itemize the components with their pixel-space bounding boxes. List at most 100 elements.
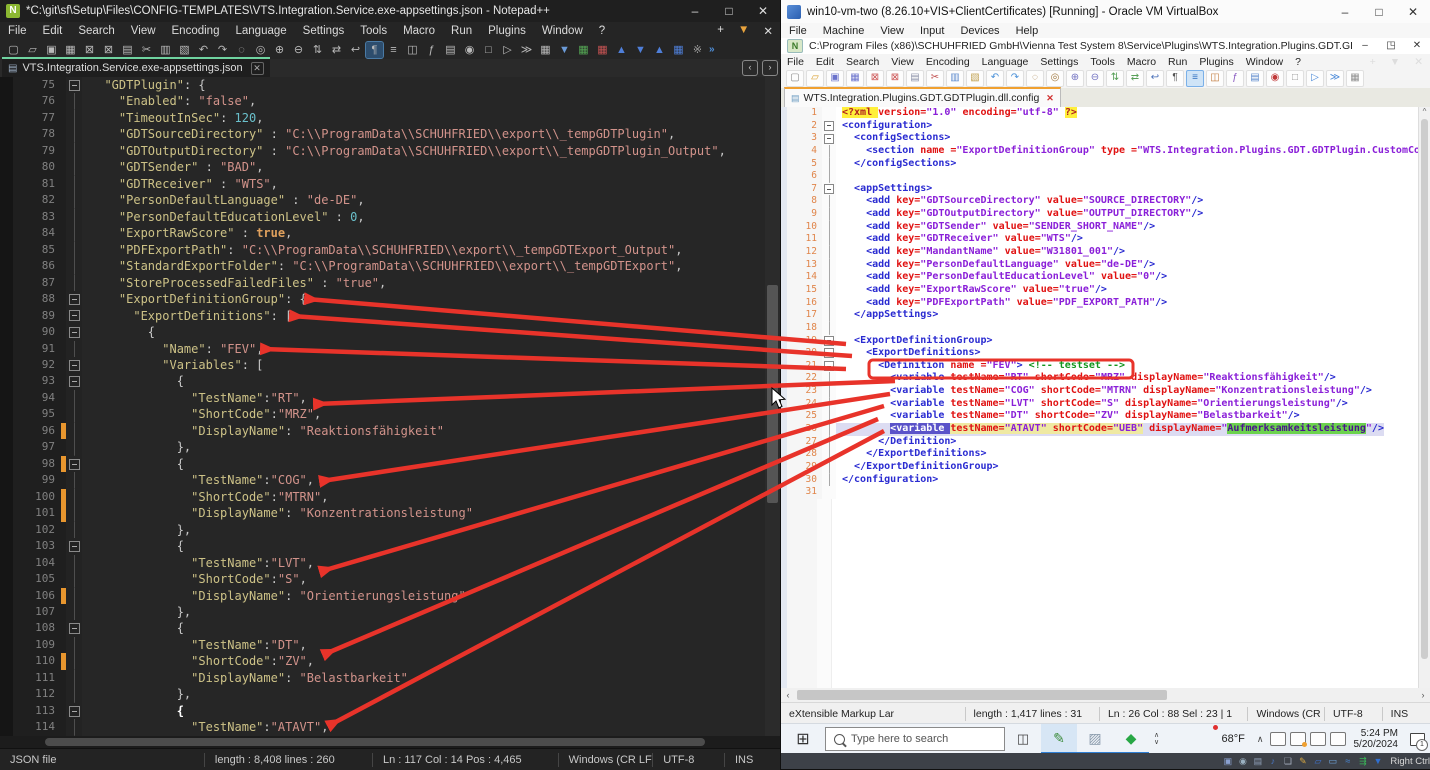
- left-menu-new-tab-button[interactable]: +: [710, 24, 731, 38]
- show-all-characters-icon[interactable]: ¶: [1166, 70, 1184, 87]
- sync-horizontal-icon[interactable]: ⇄: [328, 42, 345, 58]
- guest-menu-window[interactable]: Window: [1240, 53, 1289, 71]
- guest-menu-view[interactable]: View: [885, 53, 920, 71]
- guest-minimize-button[interactable]: –: [1352, 38, 1378, 54]
- vbox-title-bar[interactable]: win10-vm-two (8.26.10+VIS+ClientCertific…: [781, 0, 1430, 24]
- taskbar-notepadpp-icon[interactable]: ✎: [1041, 724, 1077, 754]
- guest-close-button[interactable]: ✕: [1404, 38, 1430, 54]
- vbox-floppy-icon[interactable]: ▤: [1252, 756, 1264, 767]
- close-all-icon[interactable]: ⊠: [100, 42, 117, 58]
- guest-menu-search[interactable]: Search: [840, 53, 885, 71]
- vbox-minimize-button[interactable]: –: [1328, 1, 1362, 23]
- taskbar-scroll-chevrons[interactable]: ∧∨: [1149, 732, 1164, 746]
- vbox-menu-file[interactable]: File: [781, 22, 815, 40]
- tab-close-icon[interactable]: ✕: [251, 62, 264, 75]
- zoom-in-icon[interactable]: ⊕: [271, 42, 288, 58]
- find-icon[interactable]: ◌: [233, 42, 250, 58]
- sync-vertical-icon[interactable]: ⇅: [309, 42, 326, 58]
- cut-icon[interactable]: ✂: [138, 42, 155, 58]
- vbox-menu-machine[interactable]: Machine: [815, 22, 873, 40]
- guest-menu-encoding[interactable]: Encoding: [920, 53, 976, 71]
- vbox-folder-icon[interactable]: ▱: [1312, 756, 1324, 767]
- plugin-compare-icon[interactable]: ▼: [556, 42, 573, 58]
- collapse-icon[interactable]: ▼: [632, 42, 649, 58]
- left-active-tab[interactable]: ▤ VTS.Integration.Service.exe-appsetting…: [2, 57, 270, 77]
- stop-macro-icon[interactable]: □: [1286, 70, 1304, 87]
- start-button[interactable]: ⊞: [781, 729, 825, 749]
- vbox-menu-view[interactable]: View: [872, 22, 912, 40]
- left-menu-edit[interactable]: Edit: [35, 22, 71, 40]
- toolbar-overflow-icon[interactable]: »: [709, 44, 715, 55]
- vbox-close-button[interactable]: ✕: [1396, 1, 1430, 23]
- guest-menu-run[interactable]: Run: [1162, 53, 1193, 71]
- maximize-button[interactable]: □: [712, 0, 746, 22]
- left-vertical-scrollbar[interactable]: [765, 77, 780, 736]
- plugin-hash-icon[interactable]: ※: [689, 42, 706, 58]
- open-file-icon[interactable]: ▱: [24, 42, 41, 58]
- tab-scroll-left-button[interactable]: ‹: [742, 60, 758, 76]
- save-all-icon[interactable]: ▦: [846, 70, 864, 87]
- sort-asc-icon[interactable]: ▲: [613, 42, 630, 58]
- left-menu-encoding[interactable]: Encoding: [164, 22, 228, 40]
- left-menu-plugins[interactable]: Plugins: [480, 22, 534, 40]
- replace-icon[interactable]: ◎: [1046, 70, 1064, 87]
- copy-icon[interactable]: ▥: [946, 70, 964, 87]
- left-menu-run[interactable]: Run: [443, 22, 480, 40]
- save-icon[interactable]: ▣: [826, 70, 844, 87]
- close-all-icon[interactable]: ⊠: [886, 70, 904, 87]
- temperature-label[interactable]: 68°F: [1222, 733, 1245, 745]
- zoom-out-icon[interactable]: ⊖: [290, 42, 307, 58]
- tray-onedrive-icon[interactable]: [1290, 732, 1306, 746]
- tray-volume-icon[interactable]: [1330, 732, 1346, 746]
- record-macro-icon[interactable]: ◉: [461, 42, 478, 58]
- left-menu-view[interactable]: View: [123, 22, 164, 40]
- left-menu-file[interactable]: File: [0, 22, 35, 40]
- vbox-hdd-icon[interactable]: ▣: [1222, 756, 1234, 767]
- new-file-icon[interactable]: ▢: [786, 70, 804, 87]
- play-macro-icon[interactable]: ▷: [499, 42, 516, 58]
- guest-menu-help[interactable]: ?: [1289, 53, 1307, 71]
- guest-menu-settings[interactable]: Settings: [1034, 53, 1084, 71]
- guest-menu-edit[interactable]: Edit: [810, 53, 840, 71]
- indent-guide-icon[interactable]: ≡: [1186, 70, 1204, 87]
- sync-vertical-icon[interactable]: ⇅: [1106, 70, 1124, 87]
- vbox-download-icon[interactable]: ▼: [1372, 756, 1384, 767]
- show-all-characters-icon[interactable]: ¶: [366, 42, 383, 58]
- guest-hscroll-thumb[interactable]: [797, 690, 1167, 700]
- vbox-pen-icon[interactable]: ✎: [1297, 756, 1309, 767]
- run-multiple-icon[interactable]: ≫: [1326, 70, 1344, 87]
- zoom-in-icon[interactable]: ⊕: [1066, 70, 1084, 87]
- guest-vertical-scrollbar[interactable]: ^: [1418, 107, 1430, 688]
- zoom-out-icon[interactable]: ⊖: [1086, 70, 1104, 87]
- sync-horizontal-icon[interactable]: ⇄: [1126, 70, 1144, 87]
- function-list-icon[interactable]: ƒ: [1226, 70, 1244, 87]
- word-wrap-icon[interactable]: ↩: [1146, 70, 1164, 87]
- doc-switcher-icon[interactable]: ▤: [442, 42, 459, 58]
- left-vscroll-thumb[interactable]: [767, 285, 778, 503]
- guest-editor[interactable]: 1<?xml version="1.0" encoding="utf-8" ?>…: [781, 107, 1430, 688]
- print-icon[interactable]: ▤: [119, 42, 136, 58]
- left-hscroll-thumb[interactable]: [45, 738, 705, 746]
- doc-map-icon[interactable]: ◫: [404, 42, 421, 58]
- notification-center-icon[interactable]: 1: [1404, 724, 1430, 754]
- replace-icon[interactable]: ◎: [252, 42, 269, 58]
- play-macro-icon[interactable]: ▷: [1306, 70, 1324, 87]
- new-file-icon[interactable]: ▢: [5, 42, 22, 58]
- redo-icon[interactable]: ↷: [214, 42, 231, 58]
- save-all-icon[interactable]: ▦: [62, 42, 79, 58]
- stop-macro-icon[interactable]: □: [480, 42, 497, 58]
- vbox-maximize-button[interactable]: □: [1362, 1, 1396, 23]
- weather-pin-icon[interactable]: [1215, 730, 1222, 748]
- print-icon[interactable]: ▤: [906, 70, 924, 87]
- taskbar-imageapp-icon[interactable]: ▨: [1077, 724, 1113, 754]
- vbox-menu-help[interactable]: Help: [1008, 22, 1047, 40]
- undo-icon[interactable]: ↶: [195, 42, 212, 58]
- guest-menu-plugins[interactable]: Plugins: [1193, 53, 1239, 71]
- vbox-usb-icon[interactable]: ⇶: [1357, 756, 1369, 767]
- redo-icon[interactable]: ↷: [1006, 70, 1024, 87]
- left-menu-help[interactable]: ?: [591, 22, 613, 40]
- guest-menu-language[interactable]: Language: [976, 53, 1035, 71]
- vbox-audio-icon[interactable]: ♪: [1267, 756, 1279, 767]
- undo-icon[interactable]: ↶: [986, 70, 1004, 87]
- tab-scroll-right-button[interactable]: ›: [762, 60, 778, 76]
